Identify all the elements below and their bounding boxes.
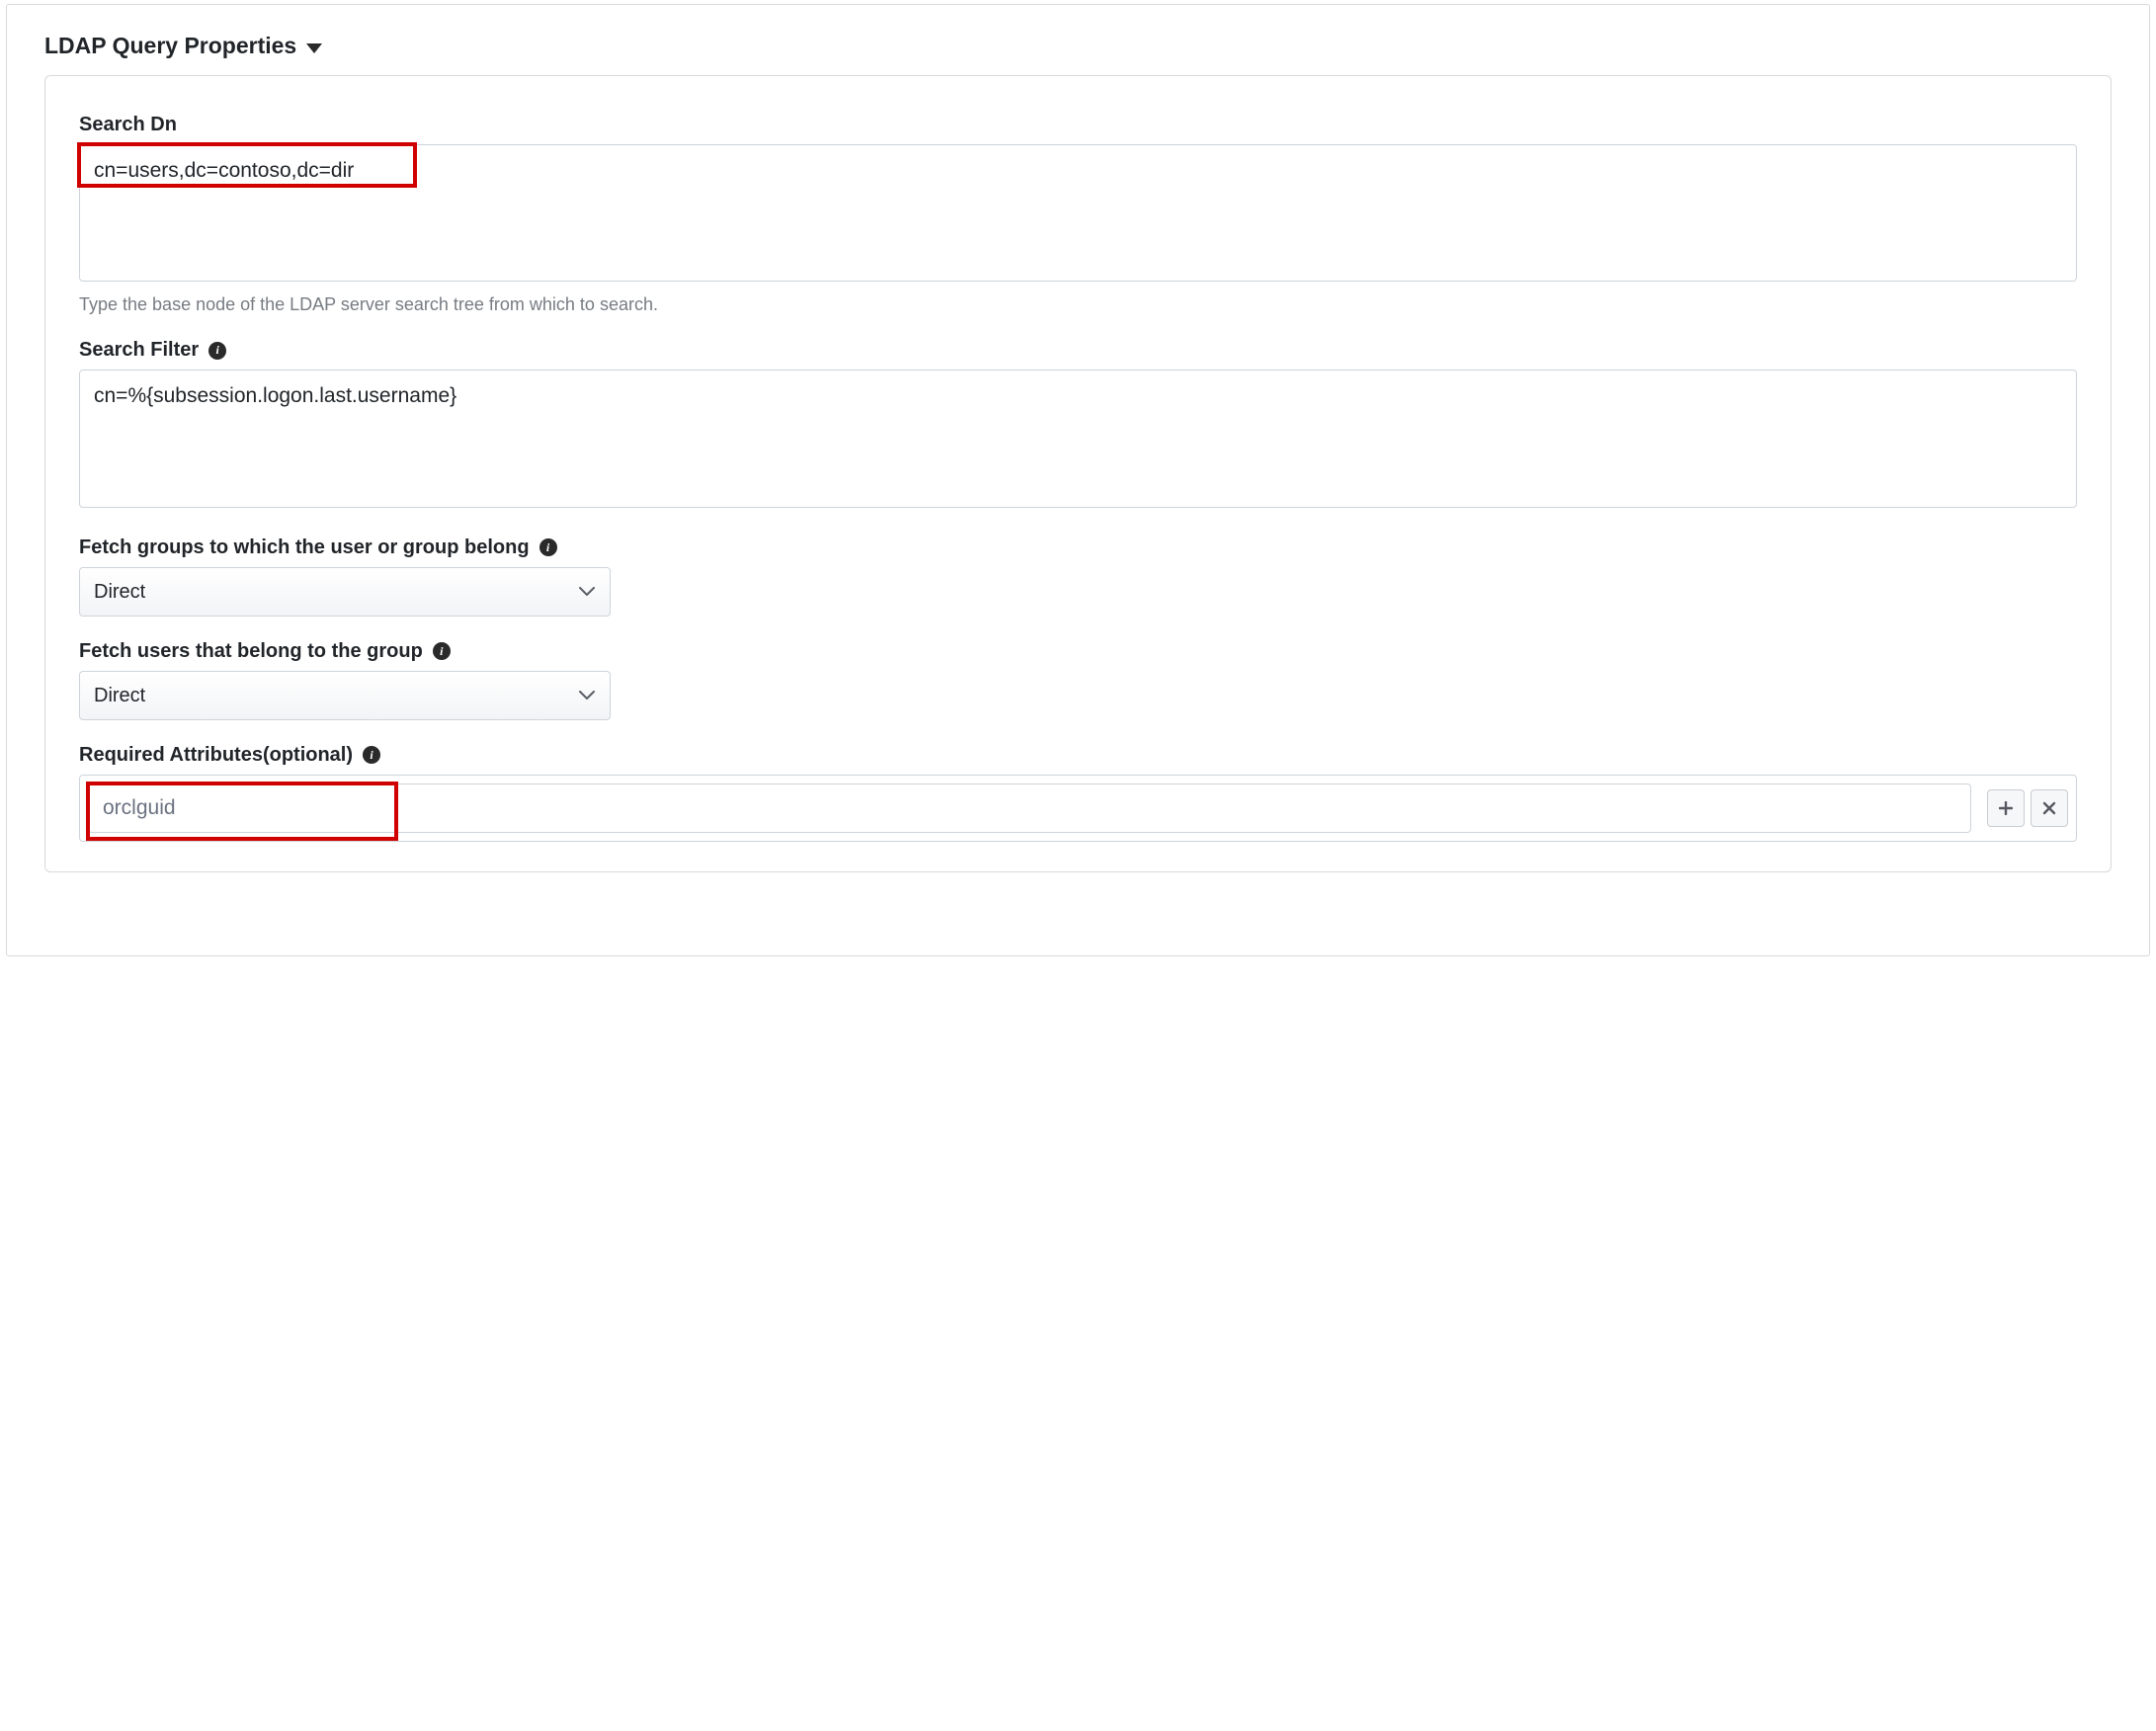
help-text-search-dn: Type the base node of the LDAP server se… xyxy=(79,294,2077,315)
label-fetch-users: Fetch users that belong to the group i xyxy=(79,640,2077,663)
info-icon[interactable]: i xyxy=(363,746,380,764)
info-icon[interactable]: i xyxy=(433,642,451,660)
required-attributes-input-wrap xyxy=(88,783,1971,833)
label-fetch-groups-text: Fetch groups to which the user or group … xyxy=(79,536,530,559)
label-required-attributes-text: Required Attributes(optional) xyxy=(79,744,353,767)
label-fetch-users-text: Fetch users that belong to the group xyxy=(79,640,423,663)
section-body: Search Dn Type the base node of the LDAP… xyxy=(44,75,2112,872)
section-title: LDAP Query Properties xyxy=(44,33,296,59)
field-group-fetch-users: Fetch users that belong to the group i D… xyxy=(79,640,2077,720)
remove-button[interactable] xyxy=(2031,789,2068,827)
select-wrap-fetch-users: Direct xyxy=(79,671,611,720)
label-search-dn: Search Dn xyxy=(79,114,2077,136)
field-group-search-dn: Search Dn Type the base node of the LDAP… xyxy=(79,114,2077,315)
field-group-required-attributes: Required Attributes(optional) i xyxy=(79,744,2077,842)
caret-down-icon xyxy=(306,43,322,53)
fetch-users-select[interactable]: Direct xyxy=(79,671,611,720)
info-icon[interactable]: i xyxy=(539,538,557,556)
search-dn-input[interactable] xyxy=(79,144,2077,282)
close-icon xyxy=(2042,801,2056,815)
required-attributes-row xyxy=(79,775,2077,842)
add-button[interactable] xyxy=(1987,789,2025,827)
plus-icon xyxy=(1999,801,2013,815)
info-icon[interactable]: i xyxy=(208,342,226,360)
label-fetch-groups: Fetch groups to which the user or group … xyxy=(79,536,2077,559)
search-dn-container xyxy=(79,144,2077,287)
field-group-fetch-groups: Fetch groups to which the user or group … xyxy=(79,536,2077,617)
label-search-dn-text: Search Dn xyxy=(79,114,177,136)
panel-container: LDAP Query Properties Search Dn Type the… xyxy=(6,4,2150,956)
fetch-groups-select[interactable]: Direct xyxy=(79,567,611,617)
label-required-attributes: Required Attributes(optional) i xyxy=(79,744,2077,767)
label-search-filter: Search Filter i xyxy=(79,339,2077,362)
search-filter-input[interactable] xyxy=(79,370,2077,507)
select-wrap-fetch-groups: Direct xyxy=(79,567,611,617)
label-search-filter-text: Search Filter xyxy=(79,339,199,362)
required-attributes-input[interactable] xyxy=(88,783,1971,833)
section-header-ldap-query[interactable]: LDAP Query Properties xyxy=(7,5,2149,71)
field-group-search-filter: Search Filter i xyxy=(79,339,2077,512)
